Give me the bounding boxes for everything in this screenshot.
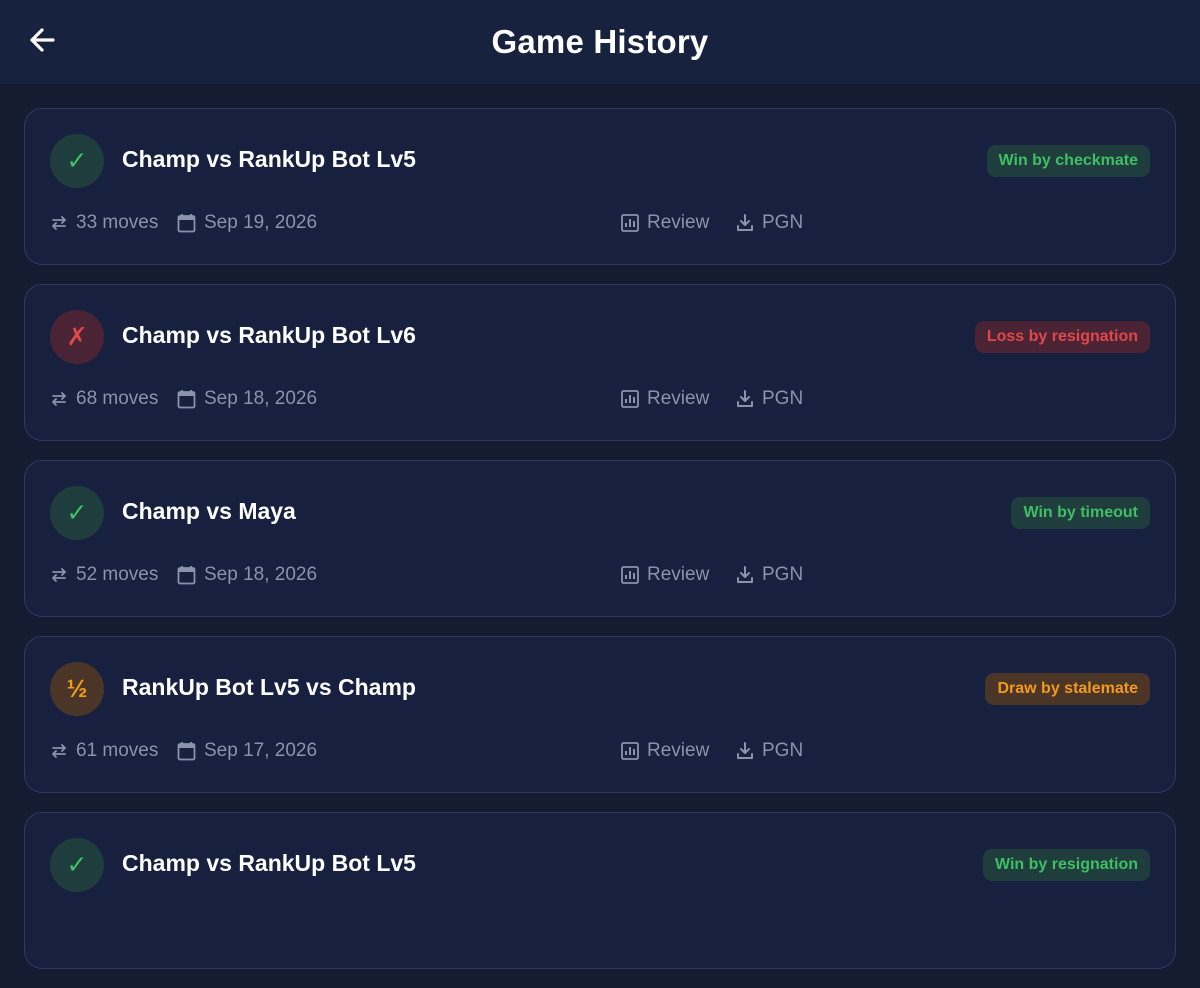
- win-status-icon: ✓: [50, 486, 104, 540]
- swap-arrows-icon: [50, 215, 68, 231]
- game-card[interactable]: ✓ Champ vs RankUp Bot Lv5 Win by checkma…: [24, 108, 1176, 265]
- bar-chart-icon: [621, 214, 639, 232]
- swap-arrows-icon: [50, 743, 68, 759]
- pgn-label: PGN: [762, 564, 804, 585]
- game-card[interactable]: ✓ Champ vs RankUp Bot Lv5 Win by resigna…: [24, 812, 1176, 969]
- download-icon: [736, 214, 754, 232]
- game-title: RankUp Bot Lv5 vs Champ: [122, 674, 416, 700]
- game-date: Sep 18, 2026: [177, 385, 317, 413]
- bar-chart-icon: [621, 566, 639, 584]
- pgn-label: PGN: [762, 740, 804, 761]
- pgn-download-button[interactable]: PGN: [736, 209, 803, 237]
- calendar-icon: [177, 565, 196, 585]
- back-button[interactable]: [24, 24, 60, 60]
- pgn-download-button[interactable]: PGN: [736, 385, 803, 413]
- result-badge: Loss by resignation: [974, 321, 1150, 353]
- game-date-text: Sep 18, 2026: [204, 564, 318, 585]
- move-count-text: 52 moves: [76, 564, 159, 585]
- arrow-left-icon: [28, 26, 56, 59]
- result-badge: Win by timeout: [1011, 497, 1150, 529]
- review-label: Review: [647, 740, 710, 761]
- move-count: 52 moves: [50, 561, 158, 589]
- calendar-icon: [177, 213, 196, 233]
- game-date: Sep 19, 2026: [177, 209, 317, 237]
- move-count: 61 moves: [50, 737, 158, 765]
- bar-chart-icon: [621, 742, 639, 760]
- game-date-text: Sep 17, 2026: [204, 740, 318, 761]
- review-button[interactable]: Review: [621, 209, 709, 237]
- game-date-text: Sep 19, 2026: [204, 212, 318, 233]
- download-icon: [736, 390, 754, 408]
- game-title: Champ vs Maya: [122, 498, 296, 524]
- win-status-icon: ✓: [50, 134, 104, 188]
- win-status-icon: ✓: [50, 838, 104, 892]
- pgn-download-button[interactable]: PGN: [736, 561, 803, 589]
- review-label: Review: [647, 564, 710, 585]
- pgn-download-button[interactable]: PGN: [736, 737, 803, 765]
- calendar-icon: [177, 741, 196, 761]
- game-title: Champ vs RankUp Bot Lv6: [122, 322, 416, 348]
- review-button[interactable]: Review: [621, 737, 709, 765]
- app-header: Game History: [0, 0, 1200, 84]
- game-date-text: Sep 18, 2026: [204, 388, 318, 409]
- game-date: Sep 17, 2026: [177, 737, 317, 765]
- game-card[interactable]: ✗ Champ vs RankUp Bot Lv6 Loss by resign…: [24, 284, 1176, 441]
- review-label: Review: [647, 212, 710, 233]
- pgn-label: PGN: [762, 212, 804, 233]
- download-icon: [736, 742, 754, 760]
- download-icon: [736, 566, 754, 584]
- loss-status-icon: ✗: [50, 310, 104, 364]
- result-badge: Draw by stalemate: [985, 673, 1150, 705]
- result-badge: Win by checkmate: [986, 145, 1150, 177]
- calendar-icon: [177, 389, 196, 409]
- review-label: Review: [647, 388, 710, 409]
- move-count-text: 61 moves: [76, 740, 159, 761]
- move-count-text: 68 moves: [76, 388, 159, 409]
- draw-status-icon: ½: [50, 662, 104, 716]
- review-button[interactable]: Review: [621, 561, 709, 589]
- game-list: ✓ Champ vs RankUp Bot Lv5 Win by checkma…: [24, 108, 1176, 988]
- move-count-text: 33 moves: [76, 212, 159, 233]
- move-count: 68 moves: [50, 385, 158, 413]
- swap-arrows-icon: [50, 567, 68, 583]
- game-card[interactable]: ✓ Champ vs Maya Win by timeout 52 moves …: [24, 460, 1176, 617]
- swap-arrows-icon: [50, 391, 68, 407]
- pgn-label: PGN: [762, 388, 804, 409]
- review-button[interactable]: Review: [621, 385, 709, 413]
- game-title: Champ vs RankUp Bot Lv5: [122, 850, 416, 876]
- move-count: 33 moves: [50, 209, 158, 237]
- game-title: Champ vs RankUp Bot Lv5: [122, 146, 416, 172]
- game-date: Sep 18, 2026: [177, 561, 317, 589]
- result-badge: Win by resignation: [983, 849, 1150, 881]
- game-card[interactable]: ½ RankUp Bot Lv5 vs Champ Draw by stalem…: [24, 636, 1176, 793]
- bar-chart-icon: [621, 390, 639, 408]
- page-title: Game History: [491, 23, 709, 60]
